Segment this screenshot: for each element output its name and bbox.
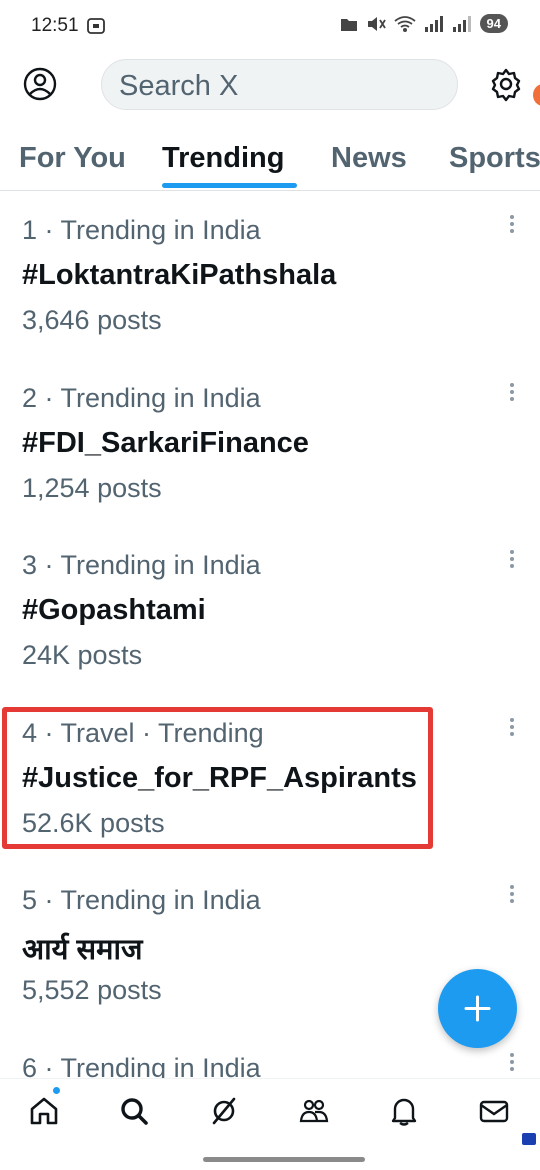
- status-bar: 12:51 94: [0, 0, 540, 56]
- notification-badge: [533, 84, 540, 106]
- signal-icon-2: [452, 15, 471, 32]
- plus-icon: [464, 995, 491, 1022]
- trend-meta: 3 · Trending in India: [22, 550, 261, 580]
- search-input[interactable]: Search X: [101, 59, 458, 110]
- active-tab-indicator: [162, 183, 297, 188]
- more-options-icon[interactable]: [506, 716, 518, 740]
- wifi-icon: [393, 15, 416, 32]
- gear-icon[interactable]: [488, 66, 524, 102]
- trend-name: #Gopashtami: [22, 594, 206, 626]
- tab-bar: For You Trending News Sports: [0, 124, 540, 191]
- messages-icon[interactable]: [478, 1095, 510, 1127]
- trend-meta: 5 · Trending in India: [22, 885, 261, 915]
- battery-level: 94: [479, 14, 508, 33]
- trend-name: #FDI_SarkariFinance: [22, 427, 309, 459]
- trend-meta: 2 · Trending in India: [22, 383, 261, 413]
- screenshot-icon: [87, 18, 105, 34]
- more-options-icon[interactable]: [506, 548, 518, 572]
- home-icon[interactable]: [28, 1095, 60, 1127]
- profile-icon[interactable]: [22, 66, 58, 102]
- trend-count: 1,254 posts: [22, 473, 162, 503]
- home-notification-dot: [53, 1087, 60, 1094]
- trend-name: #LoktantraKiPathshala: [22, 259, 337, 291]
- more-options-icon[interactable]: [506, 213, 518, 237]
- tab-sports[interactable]: Sports: [449, 142, 540, 175]
- trend-name: आर्य समाज: [22, 934, 143, 966]
- gesture-bar[interactable]: [203, 1157, 365, 1162]
- folder-icon: [340, 18, 357, 31]
- trend-count: 3,646 posts: [22, 305, 162, 335]
- tab-for-you[interactable]: For You: [19, 142, 126, 175]
- signal-icon: [424, 15, 443, 32]
- search-icon[interactable]: [118, 1095, 150, 1127]
- status-icons: 94: [340, 14, 508, 33]
- highlight-box: [2, 707, 433, 849]
- status-time: 12:51: [31, 15, 79, 36]
- search-placeholder: Search X: [119, 70, 239, 102]
- trend-count: 5,552 posts: [22, 975, 162, 1005]
- mute-icon: [367, 16, 386, 31]
- tab-trending[interactable]: Trending: [162, 142, 284, 175]
- trend-meta: 1 · Trending in India: [22, 215, 261, 245]
- grok-icon[interactable]: [208, 1095, 240, 1127]
- communities-icon[interactable]: [298, 1095, 330, 1127]
- compose-button[interactable]: [438, 969, 517, 1048]
- more-options-icon[interactable]: [506, 1051, 518, 1075]
- notifications-icon[interactable]: [388, 1095, 420, 1127]
- trend-item[interactable]: 3 · Trending in India #Gopashtami 24K po…: [0, 526, 540, 694]
- more-options-icon[interactable]: [506, 883, 518, 907]
- trend-item[interactable]: 2 · Trending in India #FDI_SarkariFinanc…: [0, 359, 540, 527]
- tab-news[interactable]: News: [331, 142, 407, 175]
- flag-icon: [522, 1133, 536, 1145]
- trend-item[interactable]: 1 · Trending in India #LoktantraKiPathsh…: [0, 191, 540, 359]
- trend-count: 24K posts: [22, 640, 143, 670]
- more-options-icon[interactable]: [506, 381, 518, 405]
